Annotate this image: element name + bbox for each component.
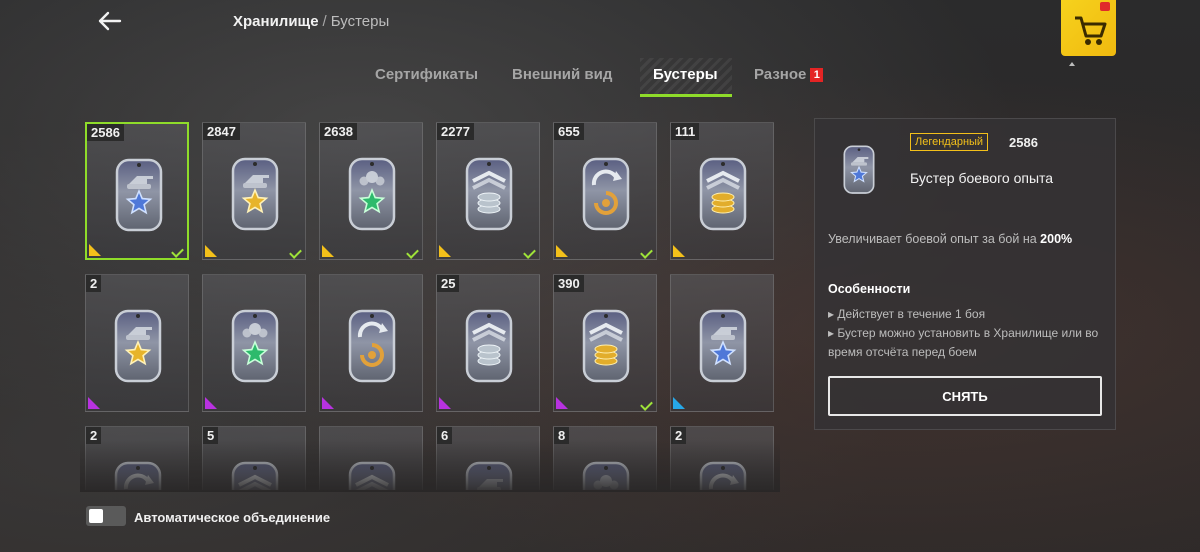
breadcrumb-separator: /	[322, 13, 327, 30]
check-icon	[640, 246, 653, 259]
booster-card[interactable]: 390	[553, 274, 657, 412]
check-icon	[406, 246, 419, 259]
check-icon	[171, 245, 184, 258]
rarity-corner-icon	[439, 397, 451, 409]
tab-misc[interactable]: Разное 1	[754, 66, 824, 96]
booster-count: 2847	[203, 123, 240, 140]
booster-card[interactable]: 2586	[85, 122, 189, 260]
gift-badge-icon	[1100, 2, 1110, 11]
booster-count: 2277	[437, 123, 474, 140]
back-button[interactable]	[96, 8, 124, 34]
booster-card[interactable]	[202, 274, 306, 412]
toggle-knob	[89, 509, 103, 523]
booster-card[interactable]: 655	[553, 122, 657, 260]
auto-merge-label: Автоматическое объединение	[134, 510, 331, 525]
feature-item: ▸ Действует в течение 1 боя	[828, 307, 986, 321]
gold-coins-icon	[582, 307, 630, 383]
shop-button[interactable]	[1061, 0, 1116, 56]
check-icon	[523, 246, 536, 259]
booster-count: 111	[671, 123, 700, 140]
boost-value: 200%	[1040, 232, 1073, 246]
check-icon	[640, 398, 653, 411]
booster-card[interactable]: 2847	[202, 122, 306, 260]
booster-name: Бустер боевого опыта	[910, 170, 1054, 186]
feature-item: ▸ Бустер можно установить в Хранилище ил…	[828, 326, 1099, 359]
breadcrumb-current: Бустеры	[330, 13, 390, 30]
breadcrumb: Хранилище / Бустеры	[233, 13, 389, 30]
rarity-corner-icon	[89, 244, 101, 256]
booster-count: 655	[554, 123, 584, 140]
blue-star-tank-icon	[115, 156, 163, 232]
arrow-left-icon	[98, 11, 122, 31]
rarity-corner-icon	[88, 397, 100, 409]
rarity-corner-icon	[556, 397, 568, 409]
shop-indicator-icon	[1069, 62, 1075, 66]
features-title: Особенности	[828, 282, 911, 296]
green-star-crew-icon	[348, 155, 396, 231]
booster-grid: 2586 2847 2638 2277 655 111 2 25 390 2 5…	[80, 118, 780, 490]
tab-boosters[interactable]: Бустеры	[653, 66, 718, 96]
booster-count: 2	[86, 275, 102, 292]
active-tab-underline	[640, 94, 732, 97]
booster-card[interactable]	[319, 274, 423, 412]
booster-count: 25	[437, 275, 460, 292]
rarity-corner-icon	[439, 245, 451, 257]
booster-card[interactable]: 111	[670, 122, 774, 260]
blue-star-tank-icon	[699, 307, 747, 383]
booster-card[interactable]: 2	[85, 274, 189, 412]
grid-fade	[80, 440, 780, 492]
silver-coins-icon	[465, 307, 513, 383]
tab-appearance[interactable]: Внешний вид	[512, 66, 612, 96]
check-icon	[289, 246, 302, 259]
detail-booster-icon	[843, 140, 875, 198]
rarity-corner-icon	[322, 397, 334, 409]
breadcrumb-main: Хранилище	[233, 13, 319, 30]
notification-badge: 1	[810, 68, 824, 82]
detail-count: 2586	[1009, 135, 1038, 150]
rarity-corner-icon	[205, 245, 217, 257]
booster-card[interactable]: 25	[436, 274, 540, 412]
silver-coins-icon	[465, 155, 513, 231]
gold-coins-icon	[699, 155, 747, 231]
booster-card[interactable]: 2277	[436, 122, 540, 260]
booster-count: 2586	[87, 124, 124, 141]
gold-free-xp-icon	[582, 155, 630, 231]
green-star-crew-icon	[231, 307, 279, 383]
gold-star-tank-icon	[231, 155, 279, 231]
rarity-badge: Легендарный	[910, 133, 989, 151]
rarity-corner-icon	[322, 245, 334, 257]
remove-booster-button[interactable]: СНЯТЬ	[828, 376, 1102, 416]
gold-star-tank-icon	[114, 307, 162, 383]
booster-count: 2638	[320, 123, 357, 140]
rarity-corner-icon	[673, 397, 685, 409]
tab-certificates[interactable]: Сертификаты	[375, 66, 478, 96]
rarity-corner-icon	[556, 245, 568, 257]
booster-description: Увеличивает боевой опыт за бой на 200%	[828, 232, 1073, 246]
rarity-corner-icon	[205, 397, 217, 409]
booster-card[interactable]: 2638	[319, 122, 423, 260]
booster-card[interactable]	[670, 274, 774, 412]
gold-free-xp-icon	[348, 307, 396, 383]
booster-count: 390	[554, 275, 584, 292]
auto-merge-toggle[interactable]	[86, 506, 126, 526]
rarity-corner-icon	[673, 245, 685, 257]
